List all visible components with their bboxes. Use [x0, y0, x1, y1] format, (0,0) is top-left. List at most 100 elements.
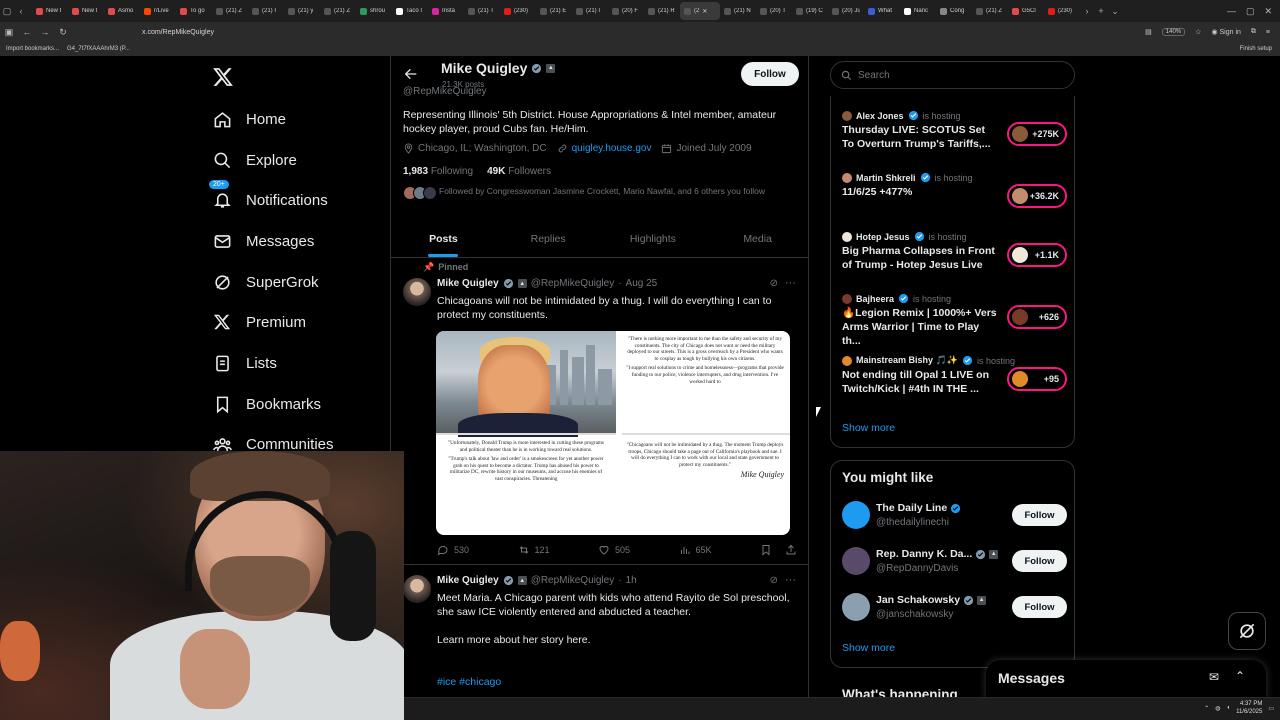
search-input[interactable]: Search	[830, 61, 1075, 89]
browser-tab[interactable]: (21) I	[248, 2, 284, 20]
new-tab-icon[interactable]: +	[1094, 0, 1108, 22]
browser-tab[interactable]: To go	[176, 2, 212, 20]
tray-chevron-icon[interactable]: ⌃	[1204, 705, 1209, 712]
follow-button[interactable]: Follow	[1012, 596, 1067, 618]
back-arrow-icon[interactable]	[403, 66, 419, 82]
volume-icon[interactable]: ◖	[1226, 705, 1230, 711]
suggested-account-name[interactable]: Jan Schakowsky	[876, 594, 960, 606]
expand-icon[interactable]: ⌃	[1235, 669, 1245, 683]
clock[interactable]: 4:37 PM 11/6/2025	[1236, 700, 1262, 716]
browser-tab[interactable]: (2 ✕	[680, 2, 720, 20]
reload-icon[interactable]: ↻	[54, 22, 72, 42]
back-nav-icon[interactable]: ←	[18, 22, 36, 42]
nav-home[interactable]: Home	[212, 108, 286, 130]
views-button[interactable]: 65K	[679, 544, 712, 556]
sidebar-toggle-icon[interactable]: ▣	[0, 22, 18, 42]
browser-tab[interactable]: (21) Z	[972, 2, 1008, 20]
url-field[interactable]: x.com/RepMikeQuigley	[142, 29, 214, 36]
post-time[interactable]: Aug 25	[626, 278, 658, 289]
menu-icon[interactable]: ≡	[1266, 29, 1270, 36]
browser-tab[interactable]: (20) T	[756, 2, 792, 20]
browser-tab[interactable]: (21) N	[720, 2, 756, 20]
space-listener-count[interactable]: +626	[1007, 305, 1067, 329]
like-button[interactable]: 505	[598, 544, 630, 556]
follow-button[interactable]: Follow	[1012, 504, 1067, 526]
live-space-item[interactable]: Alex Jones is hosting Thursday LIVE: SCOTU…	[842, 110, 1067, 150]
more-options-icon[interactable]: ···	[785, 574, 796, 586]
forward-nav-icon[interactable]: →	[36, 22, 54, 42]
space-listener-count[interactable]: +36.2K	[1007, 184, 1067, 208]
post-time[interactable]: 1h	[626, 575, 637, 586]
browser-tab[interactable]: What	[864, 2, 900, 20]
website-link[interactable]: quigley.house.gov	[572, 143, 652, 154]
browser-tab[interactable]: (230)	[1044, 2, 1080, 20]
browser-tab[interactable]: Nanc	[900, 2, 936, 20]
space-listener-count[interactable]: +95	[1007, 367, 1067, 391]
grok-icon[interactable]: ⊘	[770, 575, 778, 586]
notification-center-icon[interactable]: ▭	[1268, 705, 1274, 712]
avatar[interactable]	[842, 547, 870, 575]
nav-notifications[interactable]: 20+ Notifications	[208, 179, 328, 211]
suggested-account[interactable]: Jan Schakowsky ▲ @janschakowsky Follow	[842, 593, 1067, 623]
avatar[interactable]	[842, 501, 870, 529]
tab-posts[interactable]: Posts	[391, 220, 496, 257]
post-media-image[interactable]: "There is nothing more important to me t…	[436, 331, 790, 535]
tab-highlights[interactable]: Highlights	[601, 220, 706, 257]
messages-dock[interactable]: Messages ✉ ⌃	[986, 660, 1266, 700]
space-listener-count[interactable]: +1.1K	[1007, 243, 1067, 267]
zoom-level[interactable]: 140%	[1161, 28, 1186, 36]
tab-scroll-left-icon[interactable]: ‹	[14, 0, 28, 22]
avatar[interactable]	[403, 575, 431, 603]
browser-tab[interactable]: Taco I	[392, 2, 428, 20]
reply-button[interactable]: 530	[437, 544, 469, 556]
suggested-account[interactable]: Rep. Danny K. Da... ▲ @RepDannyDavis Follow	[842, 547, 1067, 577]
avatar[interactable]	[842, 593, 870, 621]
browser-tab[interactable]: Asmo	[104, 2, 140, 20]
post-author-name[interactable]: Mike Quigley	[437, 575, 499, 586]
avatar[interactable]	[403, 278, 431, 306]
suggested-account[interactable]: The Daily Line @thedailylinechi Follow	[842, 501, 1067, 531]
browser-tab[interactable]: (21) Z	[212, 2, 248, 20]
bookmark-import[interactable]: Import bookmarks...	[6, 46, 59, 52]
follow-button[interactable]: Follow	[741, 62, 799, 86]
grok-icon[interactable]: ⊘	[770, 278, 778, 289]
suggested-account-name[interactable]: The Daily Line	[876, 502, 947, 514]
browser-tab[interactable]: G5Cl	[1008, 2, 1044, 20]
space-listener-count[interactable]: +275K	[1007, 122, 1067, 146]
live-space-item[interactable]: Bajheera is hosting 🔥Legion Remix | 1000%+…	[842, 293, 1067, 347]
sign-in-link[interactable]: Sign in	[1220, 29, 1241, 36]
browser-tab[interactable]: (20) F	[608, 2, 644, 20]
you-might-like-show-more[interactable]: Show more	[842, 642, 895, 654]
tab-replies[interactable]: Replies	[496, 220, 601, 257]
browser-tab[interactable]: (20) Ju	[828, 2, 864, 20]
extensions-icon[interactable]: ⧉	[1251, 28, 1256, 36]
post-author-handle[interactable]: @RepMikeQuigley	[531, 575, 615, 586]
browser-tab[interactable]: shrou	[356, 2, 392, 20]
follow-button[interactable]: Follow	[1012, 550, 1067, 572]
tab-media[interactable]: Media	[705, 220, 808, 257]
tab-actions-icon[interactable]: ▢	[0, 0, 14, 22]
share-icon[interactable]	[785, 544, 797, 556]
account-icon[interactable]: ◉ Sign in	[1211, 28, 1240, 36]
nav-premium[interactable]: Premium	[212, 311, 306, 333]
star-bookmark-icon[interactable]: ☆	[1195, 28, 1201, 36]
post-author-name[interactable]: Mike Quigley	[437, 278, 499, 289]
live-space-item[interactable]: Mainstream Bishy 🎵✨ is hosting Not ending …	[842, 355, 1067, 395]
new-message-icon[interactable]: ✉	[1209, 670, 1219, 684]
post-author-handle[interactable]: @RepMikeQuigley	[531, 278, 615, 289]
browser-tab[interactable]: (21) y	[284, 2, 320, 20]
reader-view-icon[interactable]: ▤	[1145, 28, 1152, 36]
browser-tab[interactable]: Cong	[936, 2, 972, 20]
bookmark-icon[interactable]	[760, 544, 772, 556]
close-tab-icon[interactable]: ✕	[702, 8, 707, 15]
browser-tab[interactable]: (19) C	[792, 2, 828, 20]
nav-explore[interactable]: Explore	[212, 149, 297, 171]
browser-tab[interactable]: (21) R	[644, 2, 680, 20]
spaces-show-more[interactable]: Show more	[842, 422, 895, 434]
nav-messages[interactable]: Messages	[212, 230, 314, 252]
browser-tab[interactable]: (21) Z	[320, 2, 356, 20]
close-window-icon[interactable]: ✕	[1264, 6, 1272, 17]
minimize-icon[interactable]: —	[1227, 6, 1236, 16]
nav-lists[interactable]: Lists	[212, 352, 277, 374]
maximize-icon[interactable]: ▢	[1246, 6, 1255, 17]
